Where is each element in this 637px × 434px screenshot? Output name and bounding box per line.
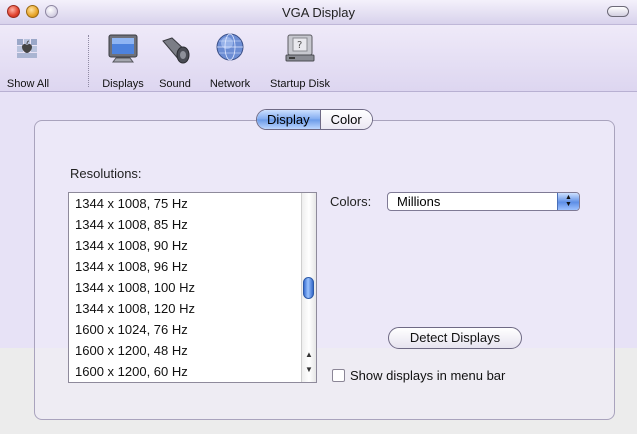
toolbar-label: Show All — [6, 78, 50, 90]
resolution-item[interactable]: 1344 x 1008, 90 Hz — [69, 235, 301, 256]
scroll-up-arrow-icon[interactable]: ▲ — [305, 350, 313, 359]
colors-value: Millions — [397, 194, 441, 209]
apple-logo-icon — [11, 31, 45, 65]
show-displays-label: Show displays in menu bar — [350, 368, 506, 383]
toolbar-label: Startup Disk — [270, 78, 330, 90]
detect-displays-button[interactable]: Detect Displays — [388, 327, 522, 349]
colors-label: Colors: — [330, 194, 372, 209]
tab-bar: Display Color — [256, 109, 373, 130]
toolbar-item-network[interactable]: Network — [202, 31, 258, 90]
display-monitor-icon — [106, 31, 140, 65]
vga-display-window: VGA Display Show All Displays Sound Netw… — [0, 0, 637, 434]
toolbar-separator — [88, 35, 90, 87]
toolbar-item-startup-disk[interactable]: ? Startup Disk — [262, 31, 338, 90]
resolutions-label: Resolutions: — [70, 166, 142, 181]
show-displays-checkbox[interactable] — [332, 369, 345, 382]
resolution-item[interactable]: 1600 x 1024, 76 Hz — [69, 319, 301, 340]
tab-color[interactable]: Color — [320, 110, 372, 129]
toolbar: Show All Displays Sound Network ? Startu… — [0, 25, 637, 92]
scroll-thumb[interactable] — [303, 277, 314, 299]
resolution-item[interactable]: 1344 x 1008, 120 Hz — [69, 298, 301, 319]
toolbar-toggle-button[interactable] — [607, 6, 629, 17]
toolbar-item-displays[interactable]: Displays — [96, 31, 150, 90]
toolbar-label: Sound — [159, 78, 191, 90]
network-globe-icon — [213, 31, 247, 65]
colors-popup[interactable]: Millions ▲ ▼ — [387, 192, 580, 211]
resolutions-list[interactable]: 1344 x 1008, 75 Hz 1344 x 1008, 85 Hz 13… — [68, 192, 317, 383]
speaker-icon — [158, 31, 192, 65]
window-title: VGA Display — [282, 5, 355, 20]
scroll-down-arrow-icon[interactable]: ▼ — [305, 365, 313, 374]
resolutions-scrollbar[interactable]: ▲ ▼ — [301, 193, 316, 382]
toolbar-label: Displays — [102, 78, 144, 90]
toolbar-item-show-all[interactable]: Show All — [6, 31, 50, 90]
resolution-item[interactable]: 1600 x 1200, 60 Hz — [69, 361, 301, 382]
resolution-item[interactable]: 1344 x 1008, 75 Hz — [69, 193, 301, 214]
resolution-item[interactable]: 1344 x 1008, 96 Hz — [69, 256, 301, 277]
tab-display[interactable]: Display — [257, 110, 321, 129]
svg-text:?: ? — [297, 40, 302, 51]
resolution-item[interactable]: 1600 x 1200, 48 Hz — [69, 340, 301, 361]
resolution-item[interactable]: 1344 x 1008, 100 Hz — [69, 277, 301, 298]
popup-arrows-icon: ▲ ▼ — [557, 193, 579, 210]
toolbar-label: Network — [209, 78, 251, 90]
title-bar[interactable]: VGA Display — [0, 0, 637, 25]
resolution-item[interactable]: 1344 x 1008, 85 Hz — [69, 214, 301, 235]
toolbar-item-sound[interactable]: Sound — [154, 31, 196, 90]
startup-disk-icon: ? — [283, 31, 317, 65]
